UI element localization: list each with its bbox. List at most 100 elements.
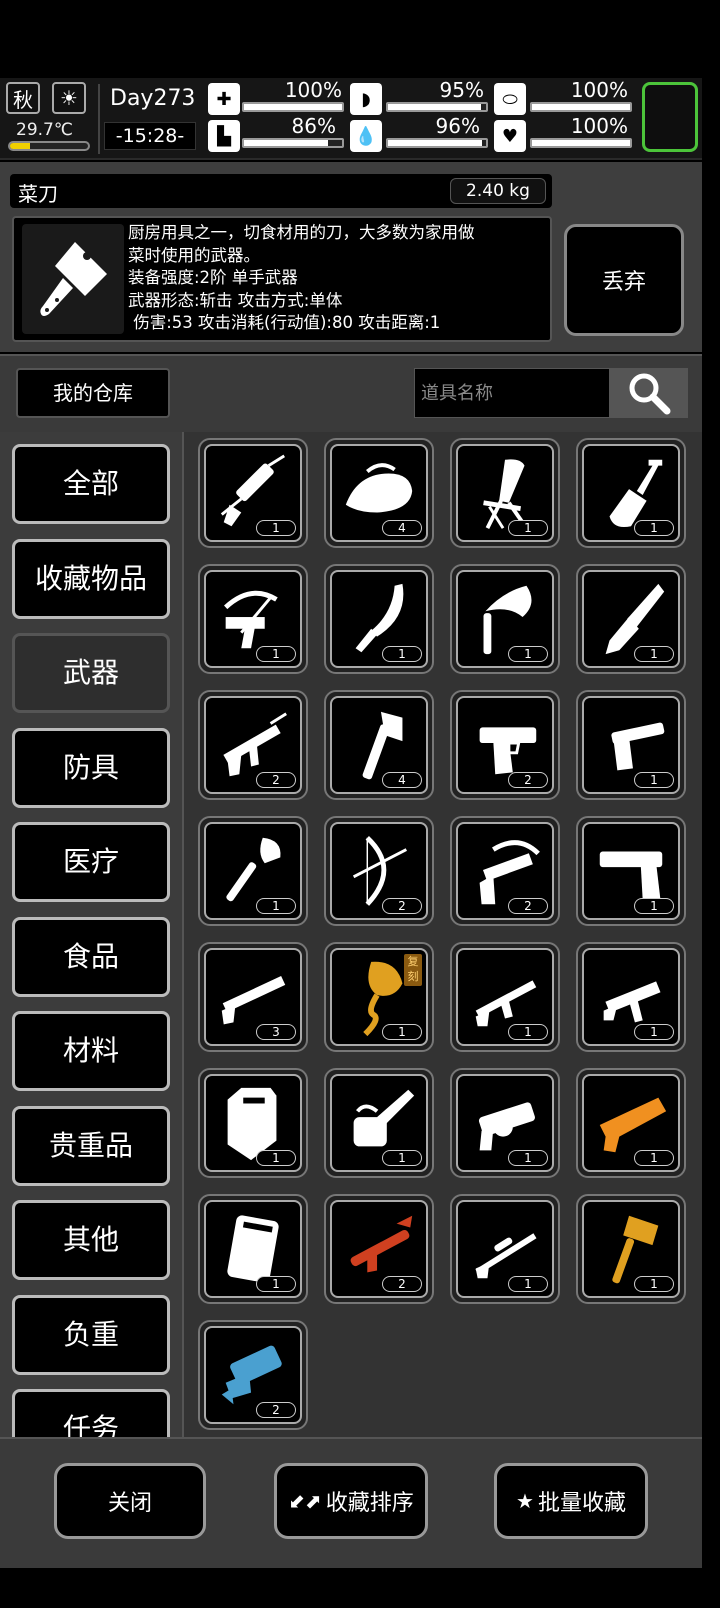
stars-icon: ★ <box>516 1489 534 1513</box>
category-8[interactable]: 其他 <box>12 1200 170 1280</box>
stomach-icon: ◗ <box>350 83 382 115</box>
category-9[interactable]: 负重 <box>12 1294 170 1375</box>
medkit-icon: ✚ <box>208 83 240 115</box>
item-quantity: 1 <box>508 646 548 662</box>
category-3[interactable]: 防具 <box>12 727 170 808</box>
item-quantity: 1 <box>382 1024 422 1040</box>
batch-favorite-button[interactable]: ★ 批量收藏 <box>494 1463 648 1539</box>
item-quantity: 2 <box>508 772 548 788</box>
inventory-slot[interactable]: 1 <box>450 942 560 1052</box>
equipped-slot[interactable] <box>642 82 698 152</box>
status-bar: 秋 ☀ 29.7℃ Day273 -15:28- ✚ 100% ◗ 95% ⬭ … <box>0 78 702 160</box>
inventory-slot[interactable]: 1 <box>576 690 686 800</box>
cleaver-icon <box>22 224 124 334</box>
reprint-tag: 复刻 <box>404 954 422 986</box>
item-quantity: 1 <box>256 1150 296 1166</box>
stat-mood-fill <box>532 140 630 146</box>
inventory-slot[interactable]: 1 <box>576 1068 686 1178</box>
search-button[interactable] <box>610 368 688 418</box>
inventory-slot[interactable]: 1 <box>576 1194 686 1304</box>
search-input[interactable] <box>414 368 610 418</box>
capsule-icon: ⬭ <box>494 83 526 115</box>
inventory-slot[interactable]: 1 <box>198 564 308 674</box>
discard-button[interactable]: 丢弃 <box>564 224 684 336</box>
category-6[interactable]: 材料 <box>12 1011 170 1091</box>
category-10[interactable]: 任务 <box>12 1389 170 1437</box>
inventory-slot[interactable]: 1 <box>576 816 686 926</box>
close-button-label: 关闭 <box>107 1491 152 1516</box>
description-line: 武器形态:斩击 攻击方式:单体 <box>128 290 343 310</box>
close-button[interactable]: 关闭 <box>54 1463 206 1539</box>
sort-favorites-label: 收藏排序 <box>325 1491 414 1516</box>
inventory-slot-inner: 1 <box>456 1074 554 1172</box>
inventory-slot-inner: 2 <box>456 822 554 920</box>
inventory-slot[interactable]: 2 <box>324 1194 434 1304</box>
inventory-slot[interactable]: 4 <box>324 438 434 548</box>
stat-health-value: 100% <box>284 78 342 102</box>
inventory-slot[interactable]: 1 <box>450 1194 560 1304</box>
inventory-slot[interactable]: 1 <box>198 1194 308 1304</box>
inventory-slot[interactable]: 复刻 1 <box>324 942 434 1052</box>
inventory-slot[interactable]: 1 <box>576 942 686 1052</box>
item-quantity: 1 <box>634 520 674 536</box>
sun-icon: ☀ <box>52 82 86 114</box>
warehouse-label[interactable]: 我的仓库 <box>16 368 170 418</box>
stat-thirst-value: 96% <box>435 114 480 138</box>
clock: -15:28- <box>104 122 196 150</box>
category-0[interactable]: 全部 <box>12 444 170 524</box>
category-1[interactable]: 收藏物品 <box>12 538 170 619</box>
inventory-slot[interactable]: 1 <box>576 564 686 674</box>
stat-hunger-fill <box>388 104 482 110</box>
inventory-slot[interactable]: 2 <box>198 690 308 800</box>
inventory-slot[interactable]: 2 <box>198 1320 308 1430</box>
inventory-slot[interactable]: 1 <box>576 438 686 548</box>
inventory-slot[interactable]: 1 <box>324 564 434 674</box>
inventory-slot-inner: 1 <box>204 570 302 668</box>
inventory-slot[interactable]: 2 <box>450 816 560 926</box>
divider <box>98 84 100 154</box>
magnifier-icon <box>629 373 671 415</box>
inventory-slot[interactable]: 3 <box>198 942 308 1052</box>
item-quantity: 1 <box>256 898 296 914</box>
inventory-slot[interactable]: 1 <box>450 1068 560 1178</box>
inventory-slot[interactable]: 1 <box>198 1068 308 1178</box>
inventory-slot[interactable]: 4 <box>324 690 434 800</box>
inventory-slot-inner: 1 <box>582 570 680 668</box>
item-quantity: 1 <box>256 1276 296 1292</box>
item-quantity: 2 <box>508 898 548 914</box>
inventory-slot-inner: 2 <box>330 822 428 920</box>
category-7[interactable]: 贵重品 <box>12 1105 170 1186</box>
stat-mood-bar <box>530 138 632 148</box>
item-grid[interactable]: 1 4 1 1 1 1 1 1 2 4 2 1 1 2 2 1 3 复刻 1 1 1 1 1 1 1 1 2 1 1 2 <box>184 432 702 1437</box>
item-quantity: 1 <box>634 646 674 662</box>
inventory-slot-inner: 2 <box>204 1326 302 1424</box>
item-quantity: 1 <box>634 898 674 914</box>
item-quantity: 4 <box>382 520 422 536</box>
category-sidebar[interactable]: 全部收藏物品武器防具医疗食品材料贵重品其他负重任务 <box>0 432 184 1437</box>
stat-thirst-bar <box>386 138 488 148</box>
stat-health-fill <box>244 104 342 110</box>
heart-icon: ♥ <box>494 120 526 152</box>
description-line: 装备强度:2阶 单手武器 <box>128 268 298 287</box>
inventory-slot[interactable]: 1 <box>198 438 308 548</box>
inventory-slot[interactable]: 1 <box>198 816 308 926</box>
inventory-slot[interactable]: 1 <box>324 1068 434 1178</box>
temperature-label: 29.7℃ <box>16 120 73 140</box>
inventory-slot[interactable]: 1 <box>450 438 560 548</box>
inventory-slot-inner: 1 <box>204 1074 302 1172</box>
category-2[interactable]: 武器 <box>12 633 170 713</box>
inventory-slot[interactable]: 1 <box>450 564 560 674</box>
inventory-slot-inner: 1 <box>456 948 554 1046</box>
sort-favorites-button[interactable]: ⬋⬈ 收藏排序 <box>274 1463 428 1539</box>
inventory-slot[interactable]: 2 <box>450 690 560 800</box>
category-5[interactable]: 食品 <box>12 916 170 997</box>
item-quantity: 1 <box>508 520 548 536</box>
category-4[interactable]: 医疗 <box>12 822 170 902</box>
item-name: 菜刀 <box>18 182 58 206</box>
item-body: 厨房用具之一，切食材用的刀，大多数为家用做 菜时使用的武器。 装备强度:2阶 单… <box>12 216 552 342</box>
item-weight: 2.40 kg <box>450 178 546 204</box>
inventory-slot-inner: 4 <box>330 444 428 542</box>
inventory-slot[interactable]: 2 <box>324 816 434 926</box>
inventory-slot-inner: 复刻 1 <box>330 948 428 1046</box>
bottom-bar: 关闭 ⬋⬈ 收藏排序 ★ 批量收藏 <box>0 1437 702 1568</box>
